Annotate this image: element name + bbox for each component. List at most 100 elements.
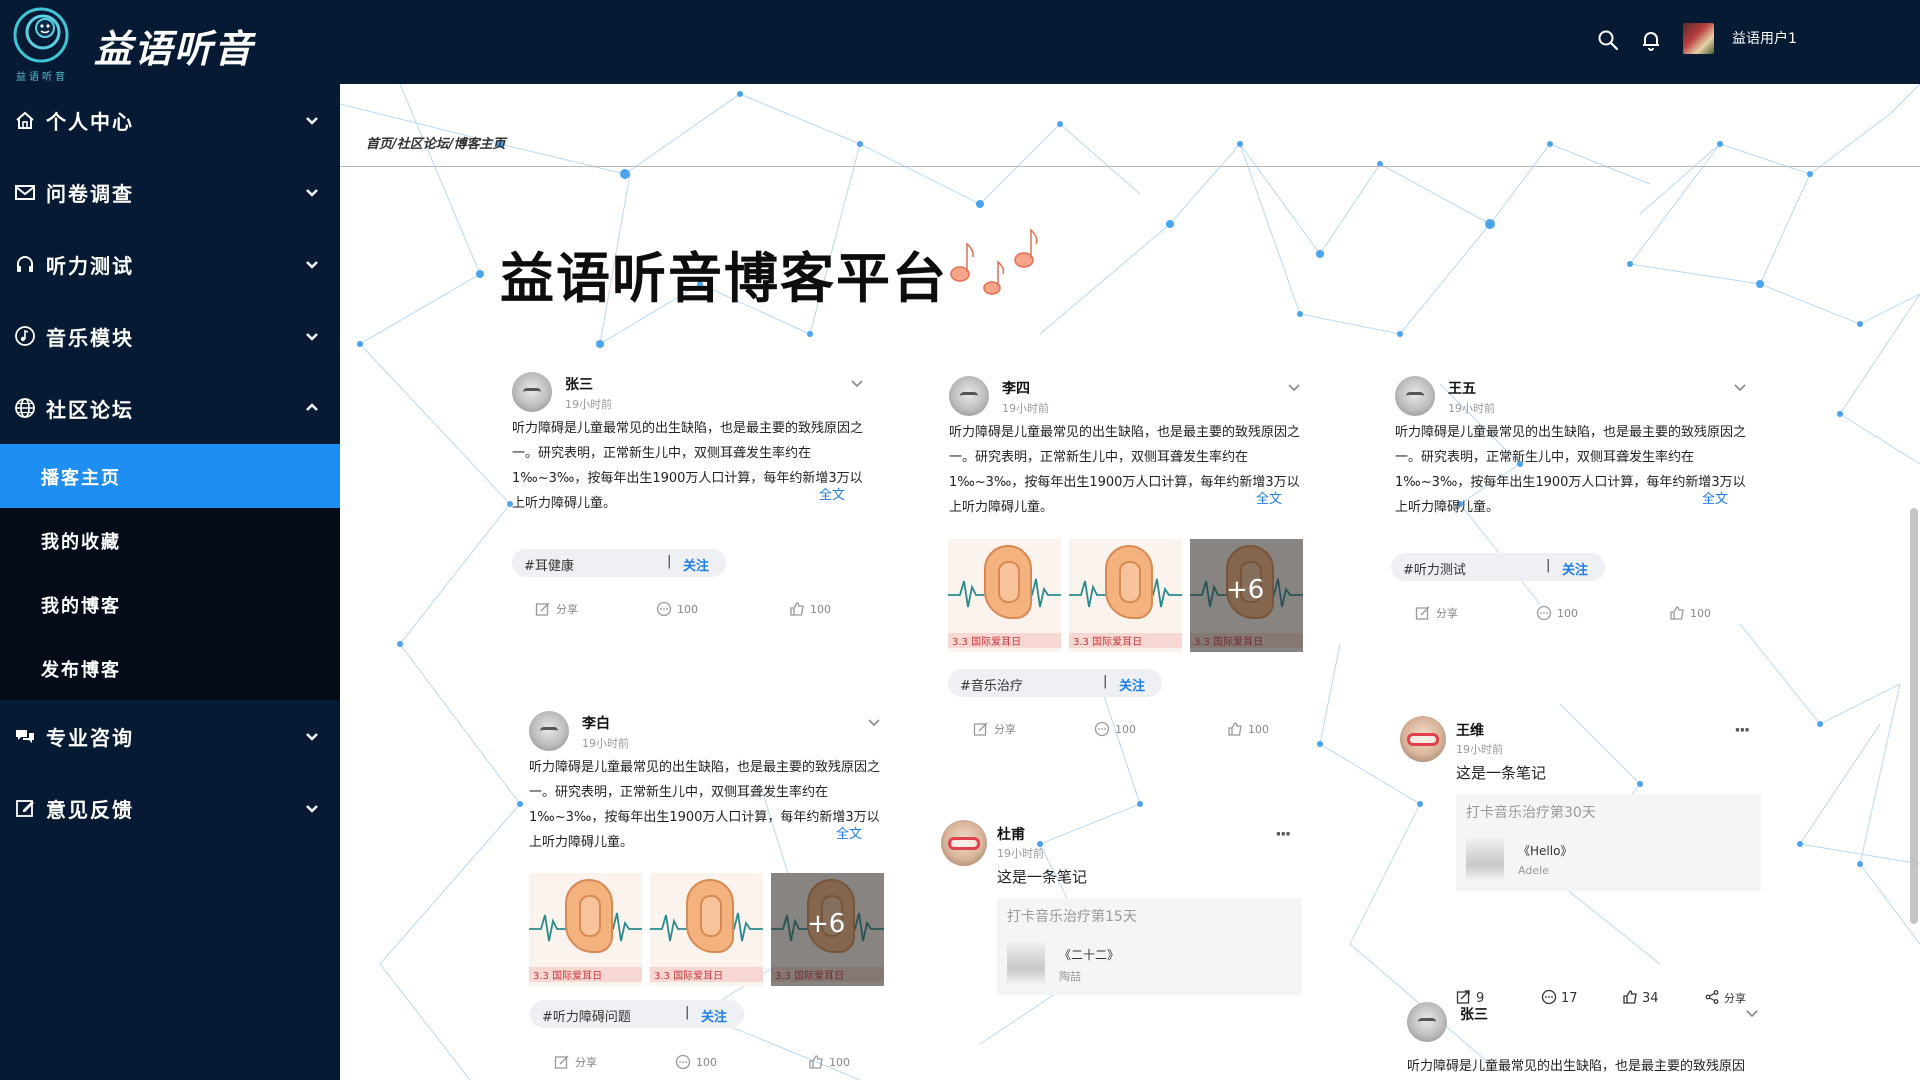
post-image-more[interactable]: 3.3 国际爱耳日 +6 <box>1190 539 1303 652</box>
sidebar-subitem-podcast-home[interactable]: 播客主页 <box>0 444 340 508</box>
tag-label[interactable]: #听力障碍问题 <box>542 1006 631 1025</box>
share-button[interactable]: 分享 <box>973 721 1016 737</box>
share-button[interactable]: 分享 <box>1415 605 1458 621</box>
like-button[interactable]: 100 <box>1227 721 1269 737</box>
subitem-label: 我的收藏 <box>41 532 121 553</box>
chevron-down-icon[interactable] <box>867 715 881 729</box>
brand-title[interactable]: 益语听音 <box>94 18 254 73</box>
more-options-icon[interactable]: ··· <box>1734 720 1750 741</box>
breadcrumb-forum[interactable]: 社区论坛 <box>397 137 449 152</box>
sidebar-item-hearing-test[interactable]: 听力测试 <box>0 228 340 300</box>
avatar[interactable] <box>529 711 569 751</box>
more-options-icon[interactable]: ··· <box>1275 824 1291 845</box>
comment-button[interactable]: 100 <box>1536 605 1578 621</box>
chevron-down-icon[interactable] <box>1287 380 1301 394</box>
post-author[interactable]: 张三 <box>1460 1004 1488 1024</box>
sidebar-item-label: 问卷调查 <box>46 182 134 206</box>
post-time: 19小时前 <box>1448 402 1495 415</box>
read-more-link[interactable]: 全文 <box>1256 488 1282 507</box>
post-image-more[interactable]: 3.3 国际爱耳日 +6 <box>771 873 884 986</box>
share-label: 分享 <box>556 603 578 616</box>
tag-label[interactable]: #听力测试 <box>1403 559 1466 578</box>
note-author[interactable]: 王维 <box>1456 720 1484 740</box>
chevron-down-icon[interactable] <box>1733 380 1747 394</box>
user-avatar[interactable] <box>1683 23 1714 54</box>
breadcrumb-home[interactable]: 首页 <box>366 137 392 152</box>
post-image[interactable]: 3.3 国际爱耳日 <box>650 873 763 986</box>
tag-label[interactable]: #耳健康 <box>524 555 574 574</box>
search-icon[interactable] <box>1596 28 1620 52</box>
follow-button[interactable]: 关注 <box>1119 675 1145 694</box>
read-more-link[interactable]: 全文 <box>819 484 845 503</box>
subitem-label: 我的博客 <box>41 596 121 617</box>
like-button[interactable]: 100 <box>808 1054 850 1070</box>
bell-icon[interactable] <box>1639 28 1663 52</box>
chevron-down-icon <box>306 189 318 197</box>
edit-share-icon <box>1415 606 1430 620</box>
share-label: 分享 <box>575 1056 597 1069</box>
avatar[interactable] <box>941 820 987 866</box>
avatar[interactable] <box>1395 376 1435 416</box>
chat-icon <box>16 730 34 743</box>
sidebar-item-consult[interactable]: 专业咨询 <box>0 700 340 772</box>
share-button[interactable]: 分享 <box>535 601 578 617</box>
music-note-icon <box>15 326 35 346</box>
post-image[interactable]: 3.3 国际爱耳日 <box>1069 539 1182 652</box>
post-image-grid: 3.3 国际爱耳日 3.3 国际爱耳日 3.3 国际爱耳日 +6 <box>948 539 1303 652</box>
sidebar-item-survey[interactable]: 问卷调查 <box>0 156 340 228</box>
music-checkin-box[interactable]: 打卡音乐治疗第30天 《Hello》 Adele <box>1456 794 1761 891</box>
album-thumbnail <box>1466 838 1504 882</box>
like-button[interactable]: 100 <box>1669 605 1711 621</box>
post-author[interactable]: 张三 <box>565 374 593 394</box>
tag-label[interactable]: #音乐治疗 <box>960 675 1023 694</box>
sidebar-item-feedback[interactable]: 意见反馈 <box>0 772 340 844</box>
comment-button[interactable]: 100 <box>675 1054 717 1070</box>
sidebar-subitem-my-favorites[interactable]: 我的收藏 <box>0 508 340 572</box>
sidebar-subitem-my-blogs[interactable]: 我的博客 <box>0 572 340 636</box>
post-author[interactable]: 李白 <box>582 713 610 733</box>
sidebar-item-personal-center[interactable]: 个人中心 <box>0 84 340 156</box>
avatar[interactable] <box>1407 1002 1447 1042</box>
home-icon <box>16 111 34 129</box>
follow-button[interactable]: 关注 <box>1562 559 1588 578</box>
ear-image <box>1105 545 1153 619</box>
post-author[interactable]: 李四 <box>1002 378 1030 398</box>
like-count: 100 <box>1690 607 1711 620</box>
chevron-down-icon[interactable] <box>1745 1006 1759 1020</box>
comment-button[interactable]: 100 <box>1094 721 1136 737</box>
logo-icon[interactable] <box>12 6 70 64</box>
sidebar-subitem-publish-blog[interactable]: 发布博客 <box>0 636 340 700</box>
post-image[interactable]: 3.3 国际爱耳日 <box>529 873 642 986</box>
like-button[interactable]: 100 <box>789 601 831 617</box>
subitem-label: 播客主页 <box>41 468 121 489</box>
sidebar-item-label: 听力测试 <box>46 254 134 278</box>
post-author[interactable]: 王五 <box>1448 378 1476 398</box>
comment-count: 100 <box>1115 723 1136 736</box>
avatar[interactable] <box>1400 716 1446 762</box>
mail-icon <box>15 185 35 200</box>
sidebar-item-forum[interactable]: 社区论坛 <box>0 372 340 444</box>
image-caption: 3.3 国际爱耳日 <box>771 967 884 982</box>
comment-button[interactable]: 100 <box>656 601 698 617</box>
music-checkin-box[interactable]: 打卡音乐治疗第15天 《二十二》 陶喆 <box>997 898 1302 995</box>
edit-icon <box>16 800 34 817</box>
post-image-grid: 3.3 国际爱耳日 3.3 国际爱耳日 3.3 国际爱耳日 +6 <box>529 873 884 986</box>
tag-pill: #听力障碍问题 | 关注 <box>530 1000 744 1028</box>
share-button[interactable]: 分享 <box>554 1054 597 1070</box>
comment-icon <box>1536 605 1552 621</box>
post-text: 听力障碍是儿童最常见的出生缺陷，也是最主要的致残原因之一。研究表明，正常新生儿中… <box>529 760 881 850</box>
post-image[interactable]: 3.3 国际爱耳日 <box>948 539 1061 652</box>
user-name[interactable]: 益语用户1 <box>1732 28 1797 48</box>
sidebar-item-music[interactable]: 音乐模块 <box>0 300 340 372</box>
chevron-down-icon[interactable] <box>850 376 864 390</box>
avatar[interactable] <box>512 372 552 412</box>
note-author[interactable]: 杜甫 <box>997 824 1025 844</box>
follow-button[interactable]: 关注 <box>701 1006 727 1025</box>
follow-button[interactable]: 关注 <box>683 555 709 574</box>
forum-submenu: 播客主页 我的收藏 我的博客 发布博客 <box>0 444 340 700</box>
comment-icon <box>675 1054 691 1070</box>
scrollbar-thumb[interactable] <box>1910 508 1918 924</box>
read-more-link[interactable]: 全文 <box>836 823 862 842</box>
read-more-link[interactable]: 全文 <box>1702 488 1728 507</box>
avatar[interactable] <box>949 376 989 416</box>
